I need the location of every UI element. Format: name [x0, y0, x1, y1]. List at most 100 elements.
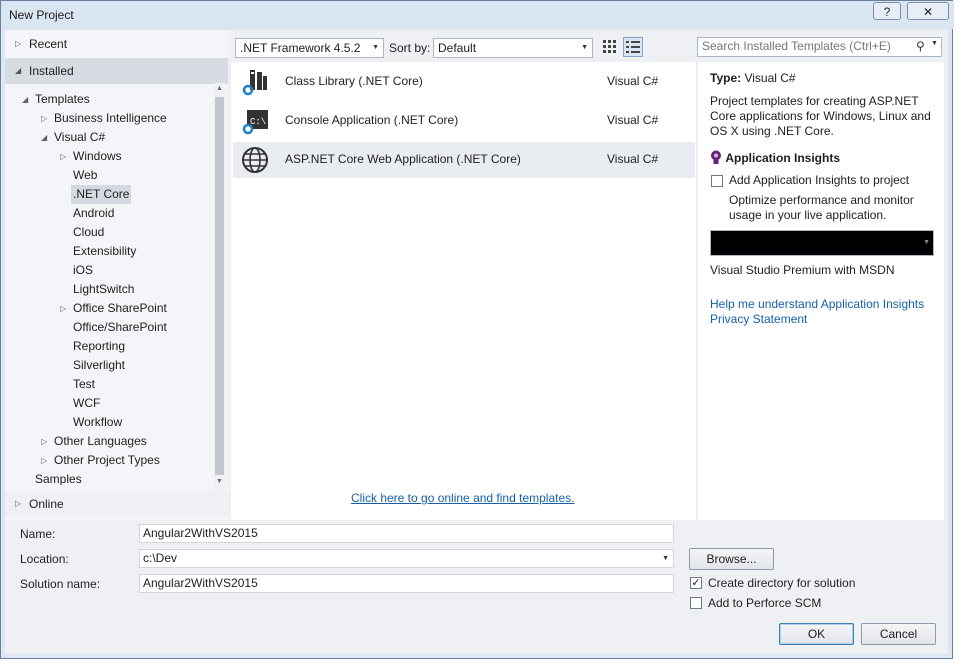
- tree-item-other-project-types[interactable]: ▷ Other Project Types: [41, 451, 160, 470]
- chevron-down-icon: ▼: [372, 44, 379, 51]
- tree-item-label: Office/SharePoint: [73, 320, 167, 334]
- expand-arrow-icon[interactable]: ▷: [60, 147, 66, 166]
- nav-installed-label: Installed: [29, 64, 74, 78]
- chevron-down-icon: ▼: [581, 44, 588, 51]
- tree-item-web[interactable]: Web: [73, 166, 97, 185]
- find-templates-online-link[interactable]: Click here to go online and find templat…: [351, 491, 574, 505]
- tree-item-label: Other Project Types: [54, 453, 160, 467]
- close-button[interactable]: ✕: [907, 2, 949, 20]
- solution-name-field[interactable]: Angular2WithVS2015: [139, 574, 674, 593]
- tree-item-office-slash-sharepoint[interactable]: Office/SharePoint: [73, 318, 167, 337]
- nav-online[interactable]: ▷ Online: [5, 491, 228, 517]
- template-language: Visual C#: [607, 152, 659, 166]
- tree-item-office-sharepoint[interactable]: ▷ Office SharePoint: [60, 299, 167, 318]
- solution-name-value: Angular2WithVS2015: [143, 576, 258, 590]
- nav-online-label: Online: [29, 497, 64, 511]
- tree-item-wcf[interactable]: WCF: [73, 394, 100, 413]
- tree-item-extensibility[interactable]: Extensibility: [73, 242, 136, 261]
- type-label: Type:: [710, 71, 742, 85]
- create-directory-label[interactable]: Create directory for solution: [708, 576, 855, 590]
- tree-item-android[interactable]: Android: [73, 204, 114, 223]
- template-tree: ◢ Templates ▷ Business Intelligence ◢ Vi…: [9, 89, 214, 485]
- template-item-console-application[interactable]: C:\ Console Application (.NET Core) Visu…: [233, 103, 695, 139]
- chevron-down-icon[interactable]: ▼: [931, 40, 938, 47]
- help-button[interactable]: ?: [873, 2, 901, 20]
- expand-arrow-icon[interactable]: ▷: [41, 432, 47, 451]
- scroll-down-icon[interactable]: ▼: [216, 478, 223, 485]
- search-icon[interactable]: ⚲: [916, 39, 925, 53]
- template-name: Console Application (.NET Core): [285, 113, 459, 127]
- list-view-button[interactable]: [623, 37, 643, 57]
- tree-item-visual-csharp[interactable]: ◢ Visual C#: [41, 128, 106, 147]
- tree-item-label: .NET Core: [73, 187, 130, 201]
- chevron-down-icon: ▼: [923, 239, 930, 246]
- tree-item-net-core[interactable]: .NET Core: [71, 185, 132, 204]
- scrollbar-thumb[interactable]: [215, 97, 224, 475]
- add-insights-checkbox[interactable]: [711, 175, 723, 187]
- search-box[interactable]: ⚲ ▼: [697, 37, 942, 57]
- expand-arrow-icon[interactable]: ▷: [41, 451, 47, 470]
- scroll-up-icon[interactable]: ▲: [216, 85, 223, 92]
- tree-item-test[interactable]: Test: [73, 375, 95, 394]
- sort-by-label: Sort by:: [389, 41, 431, 55]
- expand-arrow-icon: ▷: [15, 39, 22, 48]
- list-view-icon: [626, 41, 640, 53]
- template-list: Class Library (.NET Core) Visual C# C:\ …: [231, 62, 696, 520]
- collapse-arrow-icon[interactable]: ◢: [41, 128, 47, 147]
- ok-button[interactable]: OK: [779, 623, 854, 645]
- search-input[interactable]: [702, 39, 912, 53]
- tree-item-lightswitch[interactable]: LightSwitch: [73, 280, 134, 299]
- framework-dropdown[interactable]: .NET Framework 4.5.2 ▼: [235, 38, 384, 58]
- name-value: Angular2WithVS2015: [143, 526, 258, 540]
- tree-item-samples[interactable]: Samples: [35, 470, 82, 485]
- tree-item-other-languages[interactable]: ▷ Other Languages: [41, 432, 147, 451]
- medium-icons-view-button[interactable]: [600, 37, 620, 57]
- cancel-button[interactable]: Cancel: [861, 623, 936, 645]
- insights-heading-row: Application Insights: [710, 150, 840, 166]
- tree-item-business-intelligence[interactable]: ▷ Business Intelligence: [41, 109, 167, 128]
- tree-item-label: Workflow: [73, 415, 123, 429]
- solution-name-label: Solution name:: [20, 577, 101, 591]
- tree-scrollbar[interactable]: ▲ ▼: [214, 83, 225, 491]
- grid-view-icon: [603, 40, 616, 53]
- add-insights-label[interactable]: Add Application Insights to project: [729, 173, 909, 188]
- add-perforce-label[interactable]: Add to Perforce SCM: [708, 596, 821, 610]
- name-label: Name:: [20, 527, 56, 541]
- name-field[interactable]: Angular2WithVS2015: [139, 524, 674, 543]
- tree-item-label: LightSwitch: [73, 282, 135, 296]
- nav-recent[interactable]: ▷ Recent: [5, 31, 228, 57]
- expand-arrow-icon[interactable]: ▷: [60, 299, 66, 318]
- template-item-class-library[interactable]: Class Library (.NET Core) Visual C#: [233, 64, 695, 100]
- tree-item-templates[interactable]: ◢ Templates: [22, 90, 90, 109]
- chevron-down-icon[interactable]: ▼: [662, 550, 669, 567]
- browse-button[interactable]: Browse...: [689, 548, 774, 570]
- tree-item-label: Visual C#: [54, 130, 106, 144]
- tree-item-silverlight[interactable]: Silverlight: [73, 356, 125, 375]
- create-directory-checkbox[interactable]: ✓: [690, 577, 702, 589]
- nav-installed[interactable]: ◢ Installed: [5, 58, 228, 84]
- tree-item-label: Business Intelligence: [54, 111, 167, 125]
- add-perforce-checkbox[interactable]: [690, 597, 702, 609]
- tree-item-windows[interactable]: ▷ Windows: [60, 147, 122, 166]
- tree-item-cloud[interactable]: Cloud: [73, 223, 104, 242]
- tree-item-ios[interactable]: iOS: [73, 261, 93, 280]
- account-dropdown[interactable]: ▼: [710, 230, 934, 256]
- template-language: Visual C#: [607, 113, 659, 127]
- console-app-icon: C:\: [242, 110, 268, 135]
- tree-item-label: Office SharePoint: [73, 301, 167, 315]
- tree-item-label: Silverlight: [73, 358, 126, 372]
- tree-item-workflow[interactable]: Workflow: [73, 413, 122, 432]
- sort-dropdown[interactable]: Default ▼: [433, 38, 593, 58]
- help-insights-link[interactable]: Help me understand Application Insights: [710, 297, 924, 312]
- location-field[interactable]: c:\Dev ▼: [139, 549, 674, 568]
- type-row: Type: Visual C#: [710, 71, 796, 86]
- template-language: Visual C#: [607, 74, 659, 88]
- privacy-statement-link[interactable]: Privacy Statement: [710, 312, 807, 327]
- class-library-icon: [242, 70, 267, 96]
- template-item-aspnet-core-web-app[interactable]: ASP.NET Core Web Application (.NET Core)…: [233, 142, 695, 178]
- collapse-arrow-icon[interactable]: ◢: [22, 90, 28, 109]
- tree-item-label: Test: [73, 377, 96, 391]
- tree-item-reporting[interactable]: Reporting: [73, 337, 125, 356]
- expand-arrow-icon[interactable]: ▷: [41, 109, 47, 128]
- template-name: Class Library (.NET Core): [285, 74, 423, 88]
